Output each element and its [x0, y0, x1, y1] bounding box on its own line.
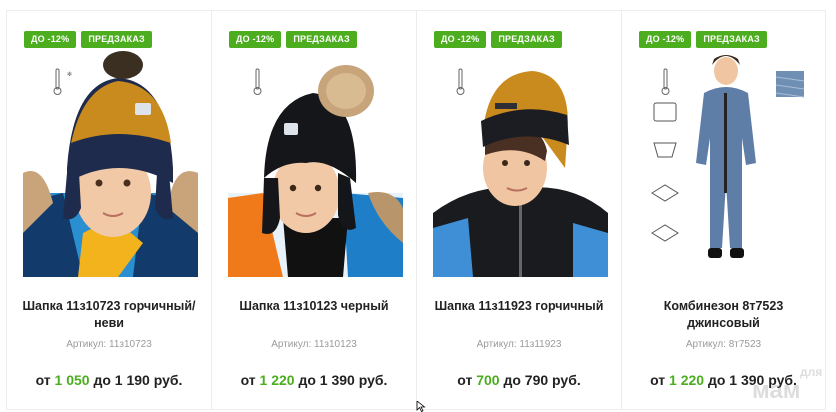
product-price: от 1 050 до 1 190 руб. — [35, 372, 183, 388]
preorder-badge: ПРЕДЗАКАЗ — [696, 31, 767, 48]
badge-group: ДО -12% ПРЕДЗАКАЗ — [434, 31, 562, 48]
product-sku: Артикул: 11з10723 — [66, 339, 152, 350]
product-price: от 1 220 до 1 390 руб. — [240, 372, 388, 388]
product-title[interactable]: Шапка 11з11923 горчичный — [425, 298, 613, 315]
product-image[interactable] — [228, 43, 403, 277]
product-title[interactable]: Шапка 11з10123 черный — [220, 298, 408, 315]
svg-text:✻: ✻ — [67, 71, 72, 78]
product-grid: ДО -12% ПРЕДЗАКАЗ ✻ Шапка 11з10723 горчи… — [6, 10, 826, 412]
preorder-badge: ПРЕДЗАКАЗ — [286, 31, 357, 48]
mouse-cursor-icon — [416, 401, 426, 412]
discount-badge: ДО -12% — [434, 31, 487, 48]
product-sku: Артикул: 11з11923 — [476, 339, 562, 350]
product-card[interactable]: ДО -12% ПРЕДЗАКАЗ — [6, 10, 211, 410]
discount-badge: ДО -12% — [24, 31, 77, 48]
product-image[interactable] — [433, 43, 608, 277]
discount-badge: ДО -12% — [639, 31, 692, 48]
product-card[interactable]: ДО -12% ПРЕДЗАКАЗ — [621, 10, 826, 410]
product-price: от 700 до 790 руб. — [457, 372, 581, 388]
product-card[interactable]: ДО -12% ПРЕДЗАКАЗ — [211, 10, 416, 410]
product-image[interactable]: ✻ — [23, 43, 198, 277]
badge-group: ДО -12% ПРЕДЗАКАЗ — [639, 31, 767, 48]
product-price: от 1 220 до 1 390 руб. — [650, 372, 797, 388]
badge-group: ДО -12% ПРЕДЗАКАЗ — [229, 31, 357, 48]
product-title[interactable]: Комбинезон 8т7523 джинсовый — [630, 298, 817, 332]
badge-group: ДО -12% ПРЕДЗАКАЗ — [24, 31, 152, 48]
product-sku: Артикул: 8т7523 — [685, 339, 762, 350]
preorder-badge: ПРЕДЗАКАЗ — [81, 31, 152, 48]
product-sku: Артикул: 11з10123 — [271, 339, 357, 350]
preorder-badge: ПРЕДЗАКАЗ — [491, 31, 562, 48]
discount-badge: ДО -12% — [229, 31, 282, 48]
product-title[interactable]: Шапка 11з10723 горчичный/ неви — [15, 298, 203, 332]
product-card[interactable]: ДО -12% ПРЕДЗАКАЗ — [416, 10, 621, 410]
product-image[interactable] — [638, 43, 813, 277]
